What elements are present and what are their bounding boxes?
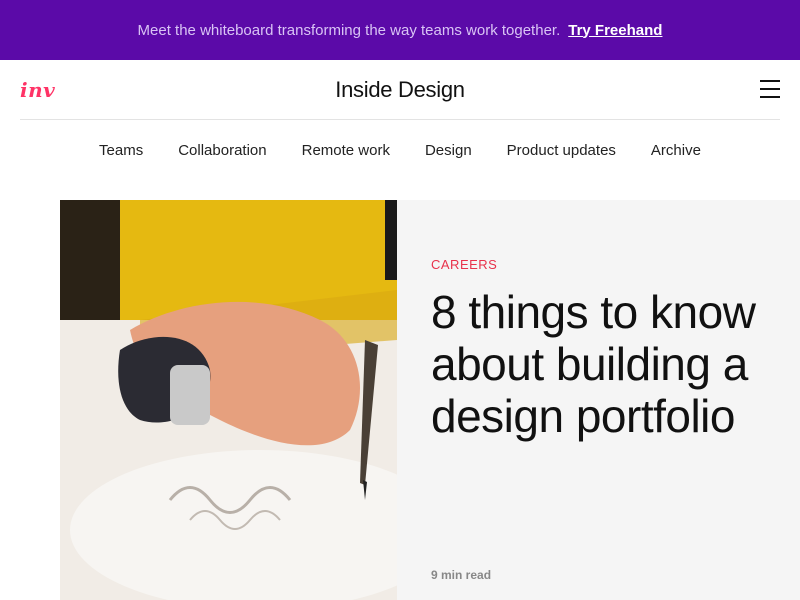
promo-text: Meet the whiteboard transforming the way… <box>137 21 561 39</box>
category-nav: Teams Collaboration Remote work Design P… <box>0 120 800 180</box>
article-title[interactable]: 8 things to know about building a design… <box>431 286 791 442</box>
read-time: 9 min read <box>431 568 492 582</box>
nav-item-remote-work[interactable]: Remote work <box>302 142 390 159</box>
nav-item-teams[interactable]: Teams <box>99 142 143 159</box>
nav-item-archive[interactable]: Archive <box>651 142 701 159</box>
site-title[interactable]: Inside Design <box>20 77 780 103</box>
nav-item-collaboration[interactable]: Collaboration <box>178 142 266 159</box>
feature-card[interactable]: CAREERS 8 things to know about building … <box>397 200 800 600</box>
hand-drawing-illustration <box>60 200 397 600</box>
feature-image[interactable] <box>60 200 397 600</box>
nav-item-product-updates[interactable]: Product updates <box>507 142 616 159</box>
try-freehand-link[interactable]: Try Freehand <box>568 22 662 39</box>
category-label[interactable]: CAREERS <box>431 257 497 272</box>
promo-banner: Meet the whiteboard transforming the way… <box>0 0 800 60</box>
site-header: inv Inside Design <box>20 60 780 120</box>
hamburger-menu-icon[interactable] <box>760 80 780 98</box>
nav-item-design[interactable]: Design <box>425 142 472 159</box>
